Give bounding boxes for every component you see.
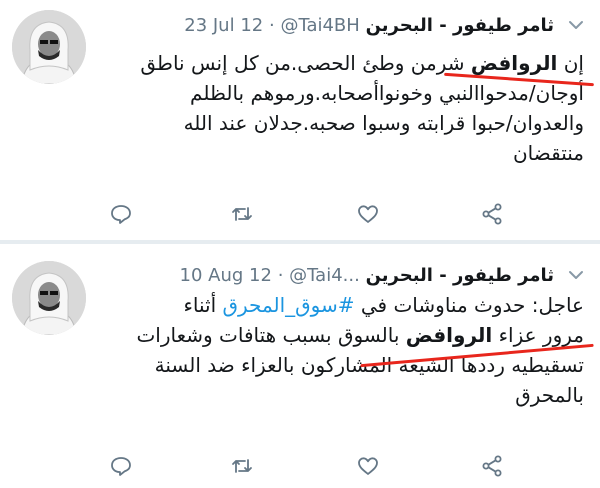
text-segment: شرمن وطئ الحصى.من كل إنس ناطق <box>140 51 471 75</box>
avatar[interactable] <box>12 261 86 335</box>
tweet-line: مرور عزاء الروافض بالسوق بسبب هتافات وشع… <box>96 320 584 350</box>
header-separator: · <box>268 15 275 36</box>
avatar-photo <box>12 261 86 335</box>
reply-icon[interactable] <box>109 202 133 226</box>
author-name[interactable]: ثامر طيفور - البحرين <box>366 265 554 286</box>
text-segment: أثناء <box>183 293 223 317</box>
tweet-header: ثامر طيفور - البحرين @Tai4BH · 23 Jul 12 <box>184 14 554 38</box>
hashtag-link[interactable]: #سوق_المحرق <box>222 293 354 317</box>
tweet-line: عاجل: حدوث مناوشات في #سوق_المحرق أثناء <box>96 290 584 320</box>
author-handle[interactable]: @Tai4... <box>289 265 360 286</box>
text-segment: إن <box>557 51 584 75</box>
highlighted-word: الروافض <box>405 323 493 347</box>
highlighted-word: الروافض <box>470 51 558 75</box>
tweet-card[interactable]: ثامر طيفور - البحرين @Tai4... · 10 Aug 1… <box>0 244 600 488</box>
share-icon[interactable] <box>480 202 504 226</box>
tweet-line: إن الروافض شرمن وطئ الحصى.من كل إنس ناطق <box>96 48 584 78</box>
tweet-line: بالمحرق <box>515 383 584 407</box>
tweet-line: منتقضان <box>512 141 584 165</box>
author-handle[interactable]: @Tai4BH <box>280 15 359 36</box>
chevron-down-icon[interactable] <box>566 15 586 35</box>
text-segment: مرور عزاء <box>492 323 584 347</box>
tweet-card[interactable]: ثامر طيفور - البحرين @Tai4BH · 23 Jul 12… <box>0 0 600 240</box>
avatar-photo <box>12 10 86 84</box>
text-segment: عاجل: حدوث مناوشات في <box>354 293 584 317</box>
share-icon[interactable] <box>480 454 504 478</box>
tweet-date[interactable]: 10 Aug 12 <box>180 265 272 286</box>
tweet-line: أوجان/مدحواالنبي وخونواأصحابه.ورموهم بال… <box>190 81 584 105</box>
text-segment: بالسوق بسبب هتافات وشعارات <box>136 323 406 347</box>
heart-icon[interactable] <box>356 454 380 478</box>
tweet-line: والعدوان/حبوا قرابته وسبوا صحبه.جدلان عن… <box>183 111 584 135</box>
chevron-down-icon[interactable] <box>566 265 586 285</box>
tweet-date[interactable]: 23 Jul 12 <box>184 15 263 36</box>
avatar[interactable] <box>12 10 86 84</box>
tweet-line: تسقيطيه رددها الشيعة المشاركون بالعزاء ض… <box>154 353 584 377</box>
heart-icon[interactable] <box>356 202 380 226</box>
tweet-header: ثامر طيفور - البحرين @Tai4... · 10 Aug 1… <box>180 264 554 288</box>
header-separator: · <box>277 265 284 286</box>
retweet-icon[interactable] <box>230 202 254 226</box>
retweet-icon[interactable] <box>230 454 254 478</box>
author-name[interactable]: ثامر طيفور - البحرين <box>366 15 554 36</box>
tweet-actions <box>0 200 600 228</box>
tweet-actions <box>0 452 600 480</box>
reply-icon[interactable] <box>109 454 133 478</box>
tweet-text: إن الروافض شرمن وطئ الحصى.من كل إنس ناطق… <box>96 48 584 168</box>
